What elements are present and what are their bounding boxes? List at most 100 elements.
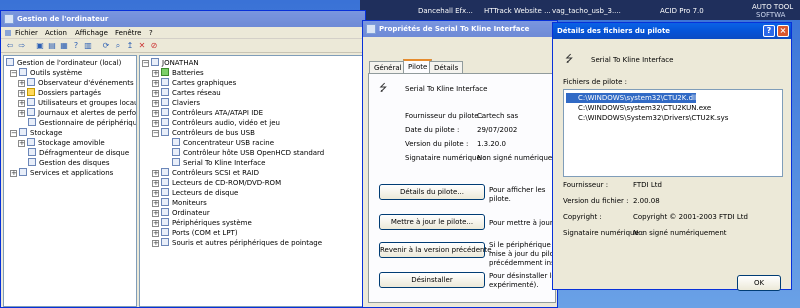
expand-icon[interactable]: + [152,70,159,77]
collapse-icon[interactable]: − [10,70,17,77]
menu-help[interactable]: ? [149,29,153,37]
expand-icon[interactable]: + [152,180,159,187]
device-node-scsi[interactable]: + Contrôleurs SCSI et RAID [152,168,259,178]
device-node-ata[interactable]: + Contrôleurs ATA/ATAPI IDE [152,108,263,118]
expand-icon[interactable]: + [152,80,159,87]
update-driver-button[interactable]: Mettre à jour le pilote... [379,214,485,230]
forward-icon[interactable]: ⇨ [17,41,27,51]
device-node-ordinateur[interactable]: + Ordinateur [152,208,210,218]
tree-node-observateur[interactable]: + Observateur d'événements [18,78,134,88]
driver-file-item[interactable]: C:\WINDOWS\System32\Drivers\CTU2K.sys [566,113,728,123]
taskbar-item-vag-tacho[interactable]: vag_tacho_usb_3.... [552,7,621,15]
tree-node-utilisateurs[interactable]: + Utilisateurs et groupes locaux [18,98,136,108]
info-value-version: 2.00.08 [633,197,660,205]
ok-button[interactable]: OK [737,275,781,291]
device-node-ports[interactable]: + Ports (COM et LPT) [152,228,238,238]
expand-icon[interactable]: + [18,110,25,117]
show-tree-icon[interactable]: ▤ [47,41,57,51]
tree-node-local[interactable]: Gestion de l'ordinateur (local) [6,58,121,68]
expand-icon[interactable]: + [152,100,159,107]
expand-icon[interactable]: + [18,80,25,87]
device-manager-titlebar[interactable]: Gestion de l'ordinateur [1,11,365,27]
properties-titlebar[interactable]: Propriétés de Serial To Kline Interface [363,21,557,37]
expand-icon[interactable]: + [152,230,159,237]
tree-node-dossiers[interactable]: + Dossiers partagés [18,88,101,98]
device-node-usb-hub[interactable]: Concentrateur USB racine [172,138,274,148]
device-node-usb[interactable]: − Contrôleurs de bus USB [152,128,255,138]
expand-icon[interactable]: + [152,220,159,227]
display-adapter-icon [161,78,169,86]
uninstall-icon[interactable]: ✕ [137,41,147,51]
driver-details-button[interactable]: Détails du pilote... [379,184,485,200]
help-icon[interactable]: ? [71,41,81,51]
tab-pilote[interactable]: Pilote [403,59,433,74]
device-node-serial-kline[interactable]: Serial To Kline Interface [172,158,265,168]
driver-files-list[interactable]: C:\WINDOWS\system32\CTU2K.dll C:\WINDOWS… [563,89,783,177]
expand-icon[interactable]: + [152,210,159,217]
device-node-claviers[interactable]: + Claviers [152,98,200,108]
device-node-cdrom[interactable]: + Lecteurs de CD-ROM/DVD-ROM [152,178,281,188]
tree-node-gestionnaire[interactable]: Gestionnaire de périphérique [28,118,136,128]
scan-hardware-icon[interactable]: ⌕ [113,41,123,51]
uninstall-desc-2: expérimenté). [489,281,539,289]
close-icon[interactable]: × [777,25,789,37]
back-icon[interactable]: ⇦ [5,41,15,51]
device-node-disques[interactable]: + Lecteurs de disque [152,188,238,198]
defrag-icon [28,148,36,156]
expand-icon[interactable]: + [18,90,25,97]
taskbar-item-dancehall[interactable]: Dancehall Efx... [418,7,473,15]
taskbar-item-auto-tool[interactable]: AUTO TOOL [752,3,793,11]
device-node-souris[interactable]: + Souris et autres périphériques de point… [152,238,322,248]
expand-icon[interactable]: + [152,200,159,207]
device-node-audio[interactable]: + Contrôleurs audio, vidéo et jeu [152,118,280,128]
menu-fichier[interactable]: Fichier [15,29,38,37]
properties-icon[interactable]: ▦ [59,41,69,51]
usb-icon [161,128,169,136]
help-title-icon[interactable]: ? [763,25,775,37]
tree-node-journaux[interactable]: + Journaux et alertes de perform [18,108,136,118]
expand-icon[interactable]: + [152,190,159,197]
device-node-batteries[interactable]: + Batteries [152,68,204,78]
device-node-moniteurs[interactable]: + Moniteurs [152,198,207,208]
device-node-cartes-graphiques[interactable]: + Cartes graphiques [152,78,236,88]
taskbar-item-acid-pro[interactable]: ACID Pro 7.0 [660,7,704,15]
rollback-driver-button[interactable]: Revenir à la version précédente [379,242,492,258]
device-node-usb-host[interactable]: Contrôleur hôte USB OpenHCD standard [172,148,324,158]
expand-icon[interactable]: + [152,240,159,247]
system-devices-icon [161,218,169,226]
expand-icon[interactable]: + [18,100,25,107]
update-driver-icon[interactable]: ↥ [125,41,135,51]
tree-node-gestion-disques[interactable]: Gestion des disques [28,158,110,168]
device-node-computer[interactable]: − JONATHAN [142,58,199,68]
collapse-icon[interactable]: − [10,130,17,137]
tree-node-stockage-amovible[interactable]: + Stockage amovible [18,138,105,148]
collapse-icon[interactable]: − [142,60,149,67]
device-node-cartes-reseau[interactable]: + Cartes réseau [152,88,221,98]
tree-node-defragmenteur[interactable]: Défragmenteur de disque [28,148,129,158]
menu-fenetre[interactable]: Fenêtre [115,29,141,37]
uninstall-button[interactable]: Désinstaller [379,272,485,288]
expand-icon[interactable]: + [152,110,159,117]
device-node-systeme[interactable]: + Périphériques système [152,218,252,228]
expand-icon[interactable]: + [10,170,17,177]
tree-node-services[interactable]: + Services et applications [10,168,113,178]
info-label-signer: Signataire numérique : [563,229,644,237]
removable-storage-icon [27,138,35,146]
driver-file-item[interactable]: C:\WINDOWS\system32\CTU2KUN.exe [566,103,711,113]
up-folder-icon[interactable]: ▣ [35,41,45,51]
disable-icon[interactable]: ⊘ [149,41,159,51]
driver-file-item-selected[interactable]: C:\WINDOWS\system32\CTU2K.dll [566,93,697,103]
tree-node-outils-systeme[interactable]: − Outils système [10,68,82,78]
view-icon[interactable]: ▥ [83,41,93,51]
taskbar-item-httrack[interactable]: HTTrack Website ... [484,7,551,15]
expand-icon[interactable]: + [152,90,159,97]
collapse-icon[interactable]: − [152,130,159,137]
expand-icon[interactable]: + [152,170,159,177]
expand-icon[interactable]: + [18,140,25,147]
expand-icon[interactable]: + [152,120,159,127]
menu-affichage[interactable]: Affichage [75,29,108,37]
driver-files-titlebar[interactable]: Détails des fichiers du pilote ? × [553,23,791,39]
menu-action[interactable]: Action [45,29,67,37]
tree-node-stockage[interactable]: − Stockage [10,128,62,138]
refresh-icon[interactable]: ⟳ [101,41,111,51]
